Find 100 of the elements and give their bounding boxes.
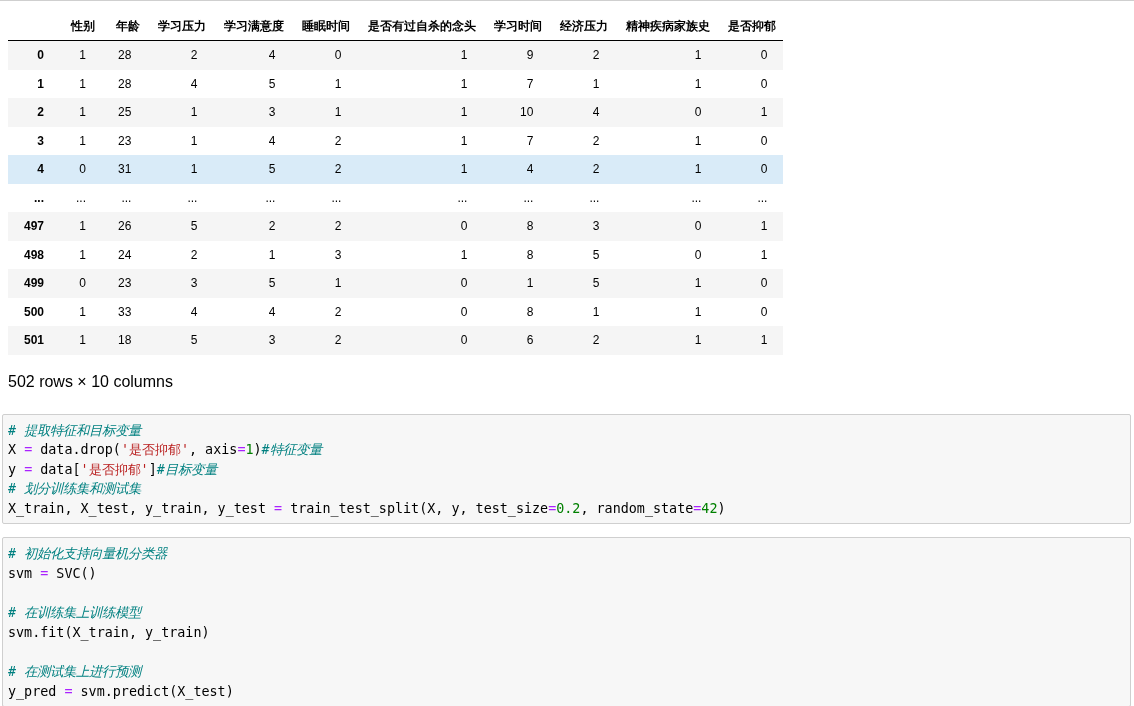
table-cell: 1 [615,297,718,326]
table-cell: ... [483,183,550,212]
table-cell: 1 [717,240,784,269]
table-cell: 0 [357,269,484,298]
table-cell: 0 [291,40,358,70]
table-cell: 8 [483,297,550,326]
table-cell: 0 [717,40,784,70]
table-cell: 2 [549,40,616,70]
code-cell[interactable]: # 提取特征和目标变量 X = data.drop('是否抑郁', axis=1)#特征变量 y = data['是否抑郁']#目标变量 # 划分训练集和测试集 X_train, X_test, y_train, y_test = train_test_split(X, y, test_size=0.2, random_state=42) [2,413,1131,525]
table-cell: 1 [615,40,718,70]
table-cell: 1 [357,126,484,155]
table-cell: 24 [102,240,148,269]
table-cell: 0 [717,155,784,184]
code-line: # 划分训练集和测试集 [8,480,143,499]
table-cell: ... [615,183,718,212]
table-cell: 2 [291,126,358,155]
table-cell: 8 [483,240,550,269]
row-index: 497 [8,212,61,241]
code-line: y = data['是否抑郁']#目标变量 [8,460,220,479]
table-cell: 23 [102,126,148,155]
row-index: 3 [8,126,61,155]
table-cell: 4 [213,126,292,155]
table-cell: 1 [615,126,718,155]
table-cell: 28 [102,69,148,98]
table-cell: 0 [717,69,784,98]
table-cell: 0 [357,212,484,241]
column-header: 学习时间 [483,12,550,41]
table-cell: 28 [102,40,148,70]
code-line: X = data.drop('是否抑郁', axis=1)#特征变量 [8,441,325,460]
row-index: 1 [8,69,61,98]
column-header: 学习满意度 [213,12,292,41]
table-cell: 2 [549,155,616,184]
column-header: 睡眠时间 [291,12,358,41]
table-cell: 1 [60,98,103,127]
table-cell: 0 [615,240,718,269]
row-index: 499 [8,269,61,298]
table-cell: 1 [60,40,103,70]
table-cell: 5 [213,269,292,298]
table-cell: ... [717,183,784,212]
table-cell: 1 [357,69,484,98]
code-line: y_pred = svm.predict(X_test) [8,682,235,702]
table-cell: 5 [147,326,214,355]
table-cell: 1 [615,269,718,298]
table-cell: 2 [291,212,358,241]
column-header: 年龄 [102,12,148,41]
table-cell: 2 [549,126,616,155]
table-cell: 1 [60,212,103,241]
table-cell: 1 [357,155,484,184]
column-header: 是否有过自杀的念头 [357,12,484,41]
table-cell: ... [147,183,214,212]
column-header: 经济压力 [549,12,616,41]
code-line: # 提取特征和目标变量 [8,421,144,440]
table-cell: 6 [483,326,550,355]
table-cell: ... [60,183,103,212]
row-index: 498 [8,240,61,269]
table-cell: 1 [615,155,718,184]
table-cell: 0 [615,212,718,241]
table-cell: 1 [549,69,616,98]
table-cell: 0 [615,98,718,127]
table-cell: 4 [147,69,214,98]
table-cell: 33 [102,297,148,326]
code-cell[interactable]: # 初始化支持向量机分类器 svm = SVC() # 在训练集上训练模型 svm.fit(X_train, y_train) # 在测试集上进行预测 y_pred = svm.predict(X_test) [2,537,1131,706]
row-index: 4 [8,155,61,184]
table-cell: 0 [60,269,103,298]
table-cell: 0 [60,155,103,184]
code-line: svm = SVC() [8,565,98,584]
table-cell: ... [549,183,616,212]
row-index: 500 [8,297,61,326]
table-cell: 0 [717,126,784,155]
table-cell: 1 [717,98,784,127]
table-cell: 1 [291,69,358,98]
table-cell: 1 [60,326,103,355]
table-cell: 4 [213,40,292,70]
table-cell: 4 [549,98,616,127]
table-cell: 2 [147,240,214,269]
table-cell: 0 [357,297,484,326]
table-cell: 1 [291,98,358,127]
table-cell: 5 [213,155,292,184]
table-cell: 1 [147,155,214,184]
table-cell: 1 [60,69,103,98]
table-cell: 3 [213,98,292,127]
code-line: # 在测试集上进行预测 [8,663,144,682]
code-line: # 在训练集上训练模型 [8,604,144,623]
shape-summary: 502 rows × 10 columns [8,371,174,392]
table-cell: 9 [483,40,550,70]
table-cell: 10 [483,98,550,127]
table-cell: 2 [291,297,358,326]
table-cell: 1 [717,326,784,355]
table-cell: 1 [357,98,484,127]
column-header: 精神疾病家族史 [615,12,718,41]
row-index: 501 [8,326,61,355]
table-cell: 5 [549,240,616,269]
table-cell: 2 [291,326,358,355]
table-cell: 5 [213,69,292,98]
table-cell: 1 [291,269,358,298]
code-line: # 初始化支持向量机分类器 [8,545,169,564]
table-cell: 0 [717,297,784,326]
table-cell: 3 [213,326,292,355]
table-cell: 1 [615,69,718,98]
table-cell: 4 [483,155,550,184]
